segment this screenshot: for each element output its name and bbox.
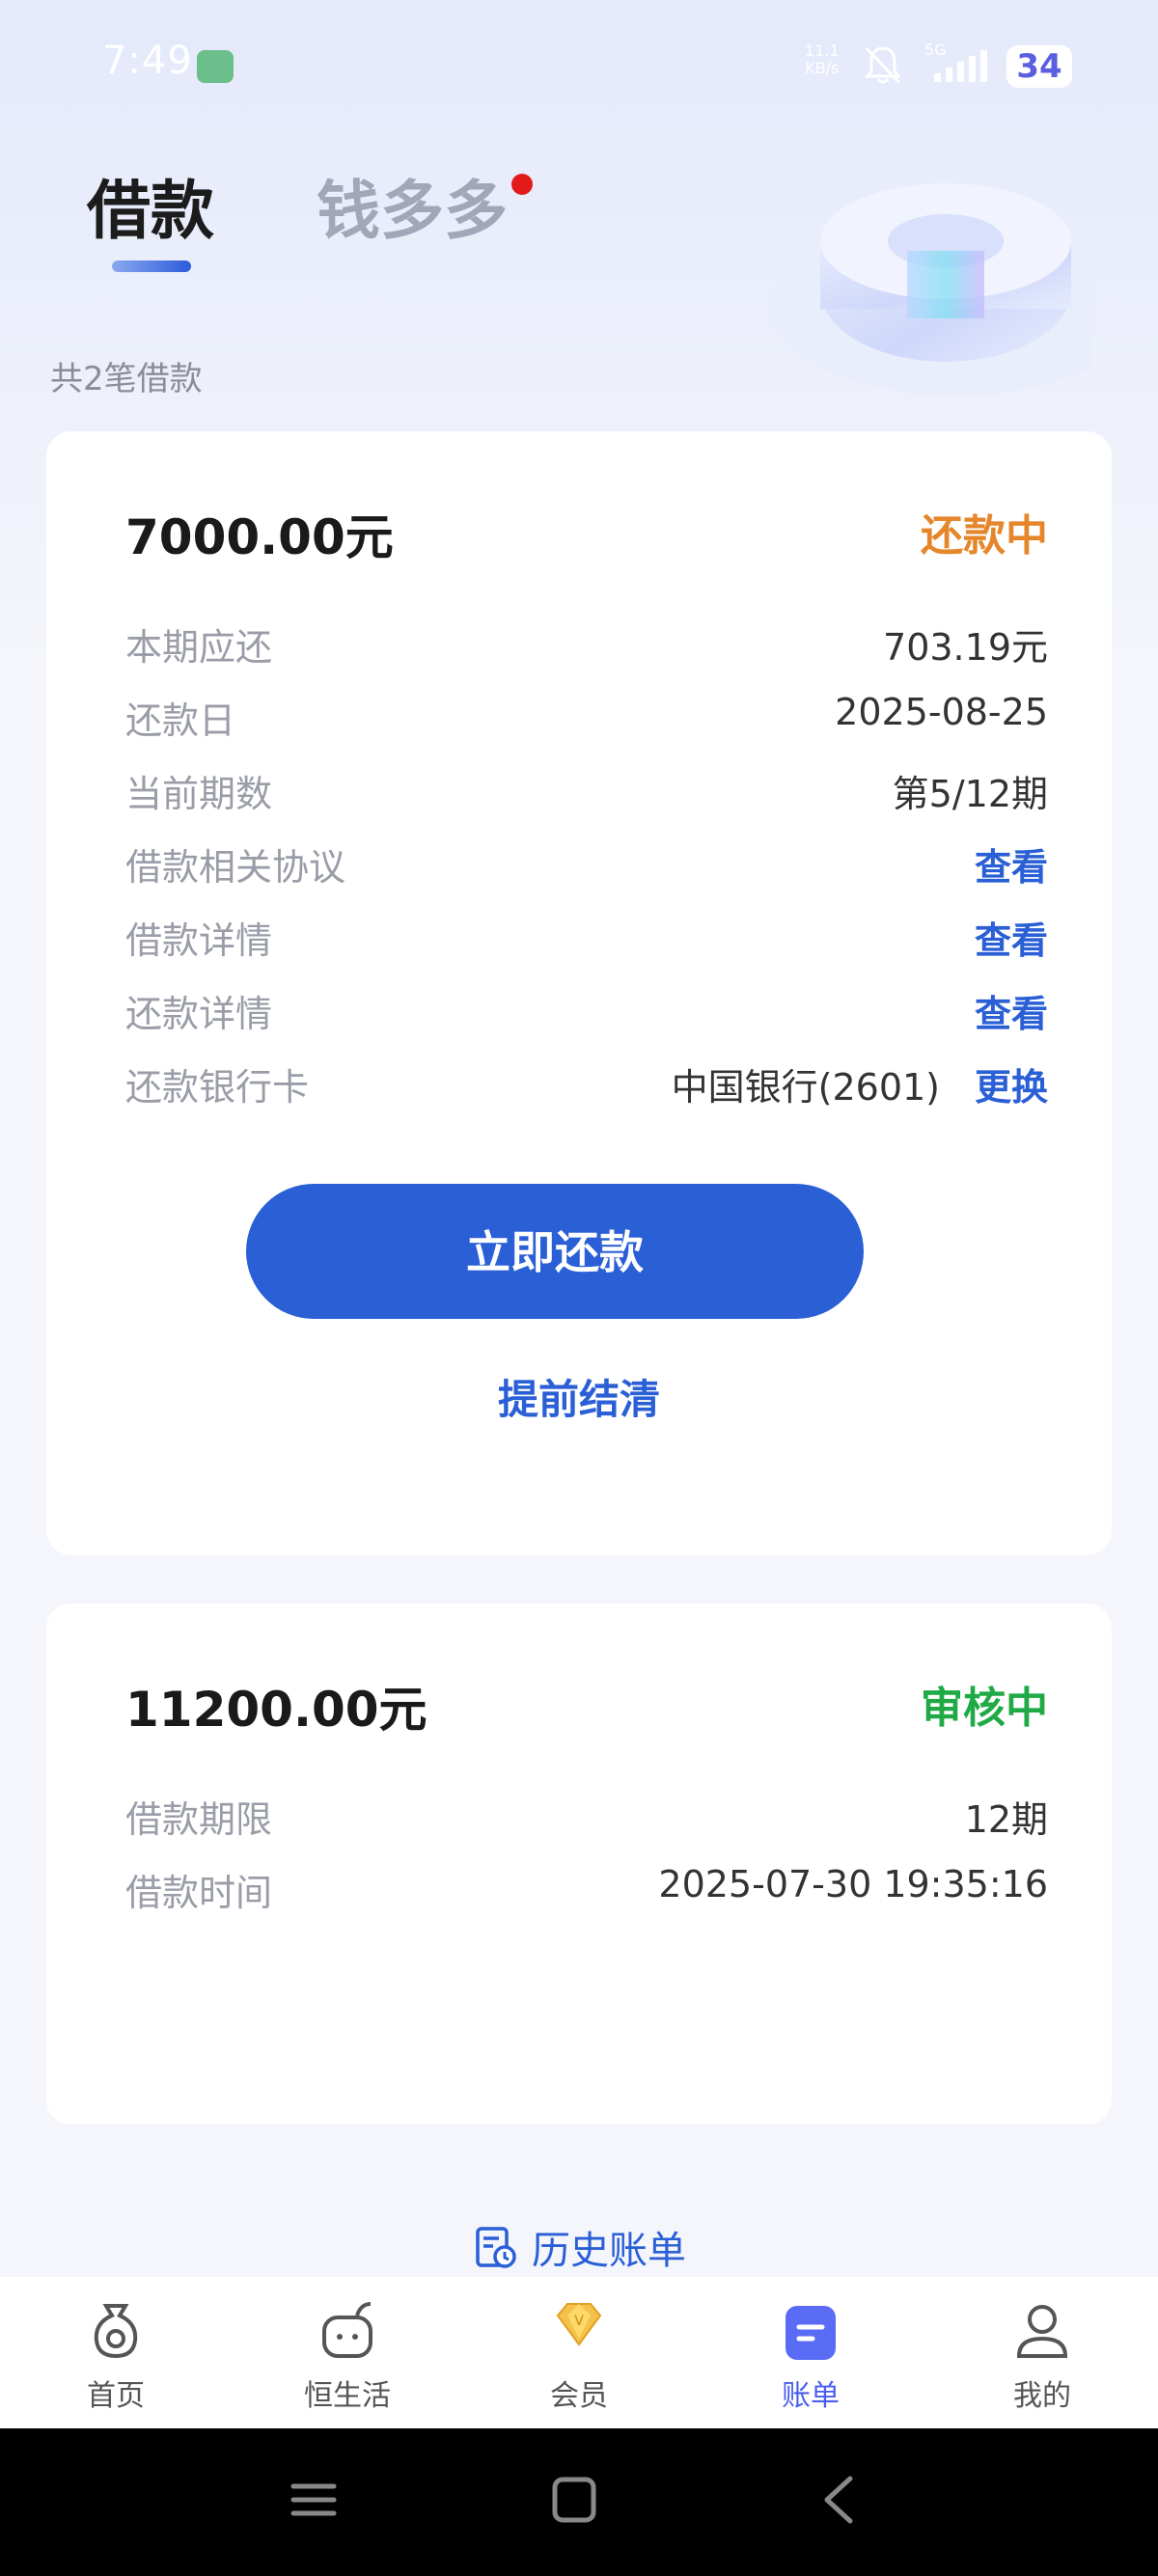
row-label: 还款日 xyxy=(125,699,236,742)
view-agreements-link[interactable]: 查看 xyxy=(975,837,1048,891)
row-repayment-card: 还款银行卡 中国银行(2601) 更换 xyxy=(125,1057,1048,1111)
history-bill-icon xyxy=(476,2227,516,2268)
active-tab-indicator xyxy=(112,260,191,272)
app-notification-icon xyxy=(197,50,234,83)
repay-now-button[interactable]: 立即还款 xyxy=(246,1184,864,1319)
early-settlement-link[interactable]: 提前结清 xyxy=(46,1367,1112,1426)
nav-item-bill[interactable]: 账单 xyxy=(695,2277,926,2428)
battery-indicator: 34 xyxy=(1006,45,1072,88)
row-value: 第5/12期 xyxy=(892,773,1048,815)
view-loan-details-link[interactable]: 查看 xyxy=(975,911,1048,964)
row-repayment-date: 还款日 2025-08-25 xyxy=(125,691,1048,745)
network-speed: 11.1 KB/s xyxy=(805,41,840,77)
loan-amount: 7000.00元 xyxy=(125,509,394,565)
row-label: 当前期数 xyxy=(125,773,273,815)
row-loan-term: 借款期限 12期 xyxy=(125,1790,1048,1844)
row-value: 703.19元 xyxy=(883,626,1048,669)
row-loan-agreements: 借款相关协议 查看 xyxy=(125,837,1048,891)
nav-label: 首页 xyxy=(87,2379,145,2413)
status-bar: 7:49 11.1 KB/s 5G 34 xyxy=(0,0,1158,130)
row-label: 借款时间 xyxy=(125,1872,273,1914)
home-square-icon[interactable] xyxy=(550,2473,598,2527)
menu-icon[interactable] xyxy=(290,2473,338,2527)
mute-bell-icon xyxy=(864,46,902,85)
tab-loan[interactable]: 借款 xyxy=(87,159,214,252)
history-bills-label: 历史账单 xyxy=(532,2229,686,2273)
notification-dot xyxy=(511,174,533,195)
history-bills-link-wrap: 历史账单 xyxy=(0,2219,1158,2277)
status-time: 7:49 xyxy=(102,39,193,83)
signal-strength-icon xyxy=(934,50,987,82)
history-bills-link[interactable]: 历史账单 xyxy=(472,2219,686,2275)
row-label: 借款相关协议 xyxy=(125,846,346,889)
nav-item-profile[interactable]: 我的 xyxy=(926,2277,1158,2428)
loan-count-summary: 共2笔借款 xyxy=(50,360,203,398)
row-repayment-details: 还款详情 查看 xyxy=(125,984,1048,1038)
svg-text:V: V xyxy=(574,2314,584,2329)
row-label: 本期应还 xyxy=(125,626,273,669)
loan-amount: 11200.00元 xyxy=(125,1682,427,1738)
status-badge: 还款中 xyxy=(921,511,1048,561)
row-value: 2025-08-25 xyxy=(835,691,1048,733)
row-value: 2025-07-30 19:35:16 xyxy=(658,1863,1048,1905)
view-repayment-details-link[interactable]: 查看 xyxy=(975,984,1048,1037)
status-badge: 审核中 xyxy=(921,1684,1048,1733)
back-icon[interactable] xyxy=(815,2473,864,2527)
loan-card-reviewing: 11200.00元 审核中 借款期限 12期 借款时间 2025-07-30 1… xyxy=(46,1603,1112,2124)
nav-label: 恒生活 xyxy=(304,2379,391,2413)
system-navigation-bar xyxy=(0,2428,1158,2576)
decorative-ring-illustration xyxy=(772,183,1090,396)
home-icon xyxy=(94,2304,138,2359)
nav-label: 账单 xyxy=(782,2379,840,2413)
bill-icon xyxy=(786,2306,836,2360)
bottom-navigation: 首页 恒生活 V 会员 账单 我的 xyxy=(0,2277,1158,2428)
nav-item-vip[interactable]: V 会员 xyxy=(463,2277,695,2428)
tab-qian-duo-duo[interactable]: 钱多多 xyxy=(317,159,508,252)
row-label: 还款银行卡 xyxy=(125,1066,310,1109)
row-loan-time: 借款时间 2025-07-30 19:35:16 xyxy=(125,1863,1048,1917)
bank-card-value: 中国银行(2601) xyxy=(671,1066,940,1109)
nav-item-home[interactable]: 首页 xyxy=(0,2277,232,2428)
row-label: 借款期限 xyxy=(125,1798,273,1841)
nav-label: 会员 xyxy=(550,2379,608,2413)
nav-label: 我的 xyxy=(1013,2379,1071,2413)
life-icon xyxy=(322,2302,372,2358)
profile-icon xyxy=(1016,2305,1068,2358)
nav-item-life[interactable]: 恒生活 xyxy=(232,2277,463,2428)
row-current-due: 本期应还 703.19元 xyxy=(125,617,1048,671)
vip-diamond-icon: V xyxy=(556,2303,602,2346)
row-label: 借款详情 xyxy=(125,919,273,962)
row-value: 12期 xyxy=(964,1798,1048,1841)
row-label: 还款详情 xyxy=(125,993,273,1035)
change-card-link[interactable]: 更换 xyxy=(975,1057,1048,1110)
row-loan-details: 借款详情 查看 xyxy=(125,911,1048,965)
loan-card-repaying: 7000.00元 还款中 本期应还 703.19元 还款日 2025-08-25… xyxy=(46,431,1112,1555)
row-current-period: 当前期数 第5/12期 xyxy=(125,764,1048,818)
